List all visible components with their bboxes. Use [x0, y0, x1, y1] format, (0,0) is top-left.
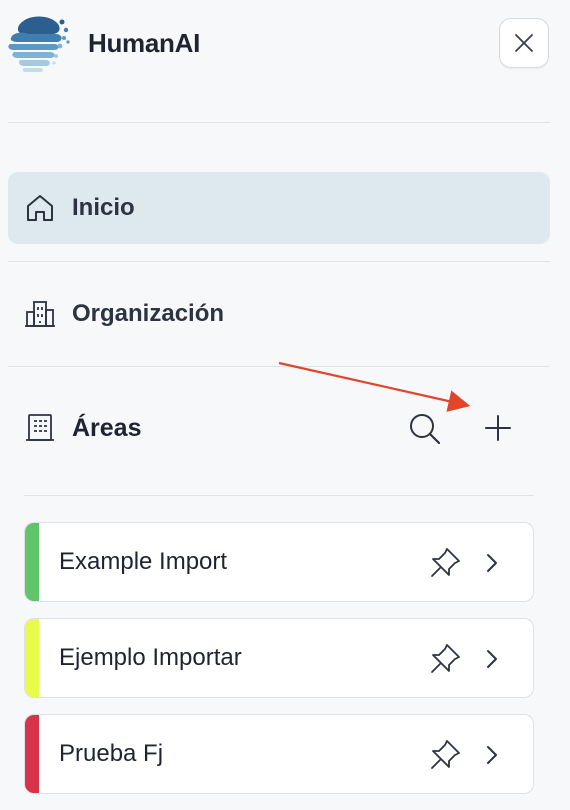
- header-divider: [8, 122, 550, 123]
- area-name: Ejemplo Importar: [59, 644, 242, 671]
- close-button[interactable]: [499, 18, 549, 68]
- search-icon: [410, 414, 441, 445]
- nav-item-inicio[interactable]: Inicio: [8, 172, 550, 244]
- nav-divider: [8, 261, 550, 262]
- chevron-right-icon[interactable]: [481, 645, 503, 673]
- sidebar-header: HumanAI: [0, 0, 570, 90]
- nav-item-label: Inicio: [72, 194, 135, 221]
- area-name: Example Import: [59, 548, 228, 575]
- home-icon: [27, 195, 53, 221]
- areas-divider: [24, 495, 534, 496]
- plus-icon: [485, 415, 511, 441]
- add-area-button[interactable]: [478, 408, 518, 448]
- nav-item-label: Organización: [72, 300, 225, 327]
- pin-icon[interactable]: [427, 737, 463, 773]
- area-card[interactable]: Example Import: [24, 522, 534, 602]
- pin-icon[interactable]: [427, 545, 463, 581]
- area-color-stripe: [25, 619, 39, 697]
- area-card[interactable]: Prueba Fj: [24, 714, 534, 794]
- area-name: Prueba Fj: [59, 740, 164, 767]
- areas-building-icon: [26, 414, 54, 441]
- areas-section-header: Áreas: [0, 392, 570, 464]
- pin-icon[interactable]: [427, 641, 463, 677]
- areas-title: Áreas: [72, 414, 142, 442]
- area-card[interactable]: Ejemplo Importar: [24, 618, 534, 698]
- humanai-logo-icon: [8, 16, 70, 72]
- search-areas-button[interactable]: [404, 408, 444, 448]
- brand-name: HumanAI: [88, 28, 201, 58]
- close-icon: [515, 34, 533, 52]
- building-icon: [25, 301, 55, 327]
- area-color-stripe: [25, 715, 39, 793]
- area-color-stripe: [25, 523, 39, 601]
- chevron-right-icon[interactable]: [481, 741, 503, 769]
- nav-divider: [8, 366, 550, 367]
- nav-item-organizacion[interactable]: Organización: [8, 278, 550, 350]
- chevron-right-icon[interactable]: [481, 549, 503, 577]
